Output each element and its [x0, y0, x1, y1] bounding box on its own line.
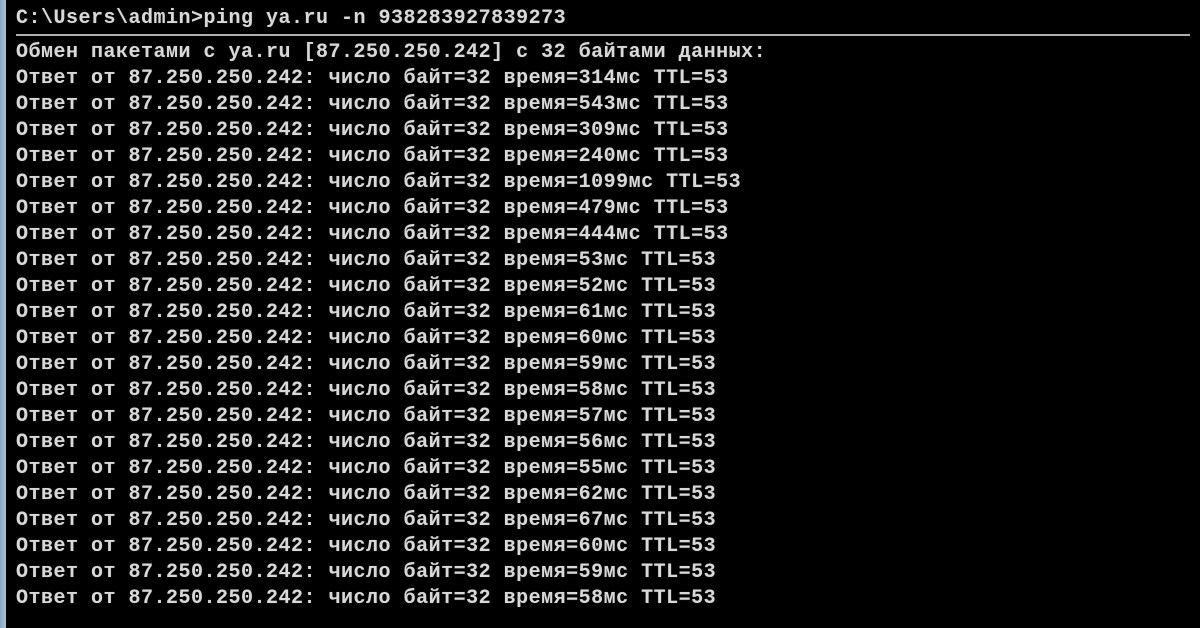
ping-reply-line: Ответ от 87.250.250.242: число байт=32 в… — [16, 118, 1190, 144]
ping-reply-line: Ответ от 87.250.250.242: число байт=32 в… — [16, 92, 1190, 118]
ping-reply-line: Ответ от 87.250.250.242: число байт=32 в… — [16, 352, 1190, 378]
ping-reply-line: Ответ от 87.250.250.242: число байт=32 в… — [16, 482, 1190, 508]
ping-reply-line: Ответ от 87.250.250.242: число байт=32 в… — [16, 66, 1190, 92]
ping-reply-line: Ответ от 87.250.250.242: число байт=32 в… — [16, 222, 1190, 248]
ping-reply-line: Ответ от 87.250.250.242: число байт=32 в… — [16, 274, 1190, 300]
divider — [16, 34, 1190, 36]
ping-reply-line: Ответ от 87.250.250.242: число байт=32 в… — [16, 508, 1190, 534]
ping-reply-line: Ответ от 87.250.250.242: число байт=32 в… — [16, 248, 1190, 274]
ping-reply-line: Ответ от 87.250.250.242: число байт=32 в… — [16, 144, 1190, 170]
ping-reply-line: Ответ от 87.250.250.242: число байт=32 в… — [16, 378, 1190, 404]
ping-reply-line: Ответ от 87.250.250.242: число байт=32 в… — [16, 170, 1190, 196]
ping-reply-line: Ответ от 87.250.250.242: число байт=32 в… — [16, 196, 1190, 222]
ping-header: Обмен пакетами с ya.ru [87.250.250.242] … — [16, 40, 1190, 66]
ping-reply-line: Ответ от 87.250.250.242: число байт=32 в… — [16, 534, 1190, 560]
ping-reply-line: Ответ от 87.250.250.242: число байт=32 в… — [16, 560, 1190, 586]
ping-reply-line: Ответ от 87.250.250.242: число байт=32 в… — [16, 430, 1190, 456]
ping-reply-line: Ответ от 87.250.250.242: число байт=32 в… — [16, 300, 1190, 326]
command-prompt-line: C:\Users\admin>ping ya.ru -n 93828392783… — [16, 6, 1190, 32]
ping-reply-line: Ответ от 87.250.250.242: число байт=32 в… — [16, 404, 1190, 430]
ping-reply-line: Ответ от 87.250.250.242: число байт=32 в… — [16, 586, 1190, 612]
ping-reply-line: Ответ от 87.250.250.242: число байт=32 в… — [16, 326, 1190, 352]
terminal-output[interactable]: C:\Users\admin>ping ya.ru -n 93828392783… — [6, 0, 1200, 628]
ping-reply-list: Ответ от 87.250.250.242: число байт=32 в… — [16, 66, 1190, 612]
ping-reply-line: Ответ от 87.250.250.242: число байт=32 в… — [16, 456, 1190, 482]
